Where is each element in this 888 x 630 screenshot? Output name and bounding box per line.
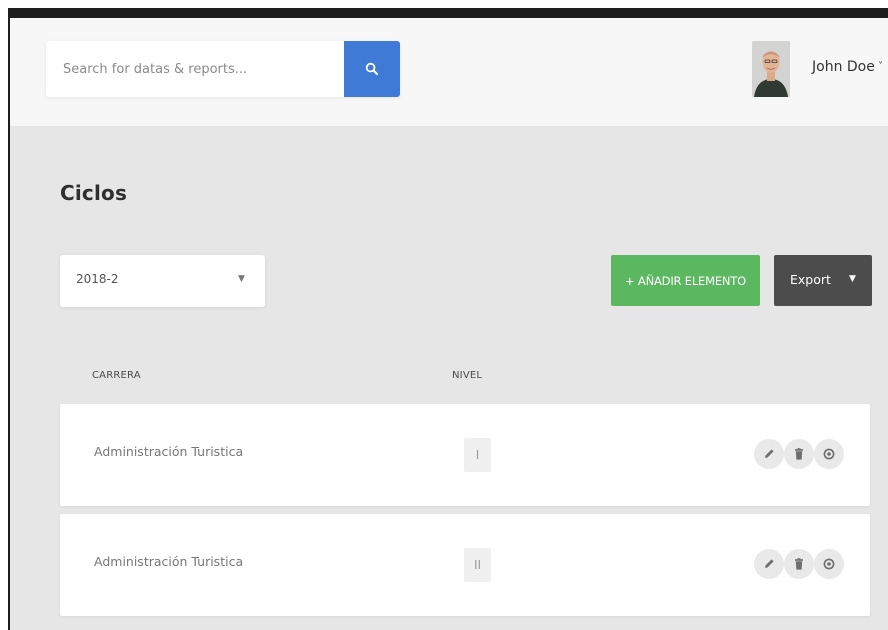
carrera-cell: Administración Turistica <box>94 554 244 569</box>
trash-icon <box>795 558 803 570</box>
add-element-button[interactable]: + AÑADIR ELEMENTO <box>611 255 760 306</box>
top-header: John Doe ˅ <box>10 18 888 126</box>
export-button[interactable]: Export ▼ <box>774 255 872 306</box>
delete-button[interactable] <box>784 439 814 469</box>
view-button[interactable] <box>814 549 844 579</box>
column-header-carrera: CARRERA <box>92 370 141 381</box>
caret-down-icon: ▼ <box>849 274 856 284</box>
search-box <box>46 41 400 97</box>
view-icon <box>823 448 835 460</box>
search-input[interactable] <box>46 41 344 97</box>
nivel-cell: II <box>464 548 491 582</box>
nivel-cell: I <box>464 438 491 472</box>
search-icon <box>365 62 378 75</box>
avatar[interactable] <box>752 41 790 97</box>
column-header-nivel: NIVEL <box>452 370 483 381</box>
edit-button[interactable] <box>754 439 784 469</box>
app-window: John Doe ˅ Ciclos 2018-2 ▼ + AÑADIR ELEM… <box>8 8 888 630</box>
trash-icon <box>795 448 803 460</box>
view-button[interactable] <box>814 439 844 469</box>
view-icon <box>823 558 835 570</box>
search-button[interactable] <box>344 41 400 97</box>
cycle-select[interactable]: 2018-2 ▼ <box>60 255 265 307</box>
carrera-cell: Administración Turistica <box>94 444 244 459</box>
page-title: Ciclos <box>60 181 128 205</box>
edit-button[interactable] <box>754 549 784 579</box>
export-label: Export <box>790 272 831 287</box>
user-name[interactable]: John Doe <box>812 59 875 75</box>
table-row: Administración Turistica I <box>60 404 870 506</box>
delete-button[interactable] <box>784 549 814 579</box>
caret-down-icon: ▼ <box>238 274 245 284</box>
table-row: Administración Turistica II <box>60 514 870 616</box>
edit-icon <box>765 449 774 458</box>
chevron-down-icon[interactable]: ˅ <box>878 61 883 72</box>
edit-icon <box>765 559 774 568</box>
cycle-select-value: 2018-2 <box>76 272 119 286</box>
